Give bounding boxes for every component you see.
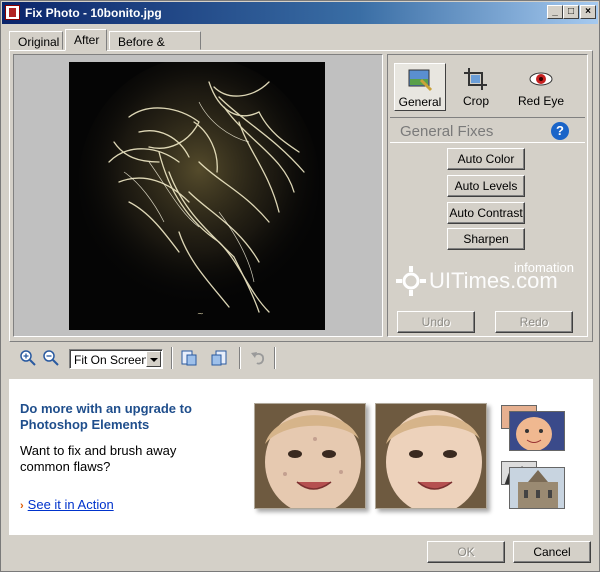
before-face-image — [254, 403, 366, 509]
help-icon[interactable]: ? — [551, 122, 569, 140]
general-fixes-header: General Fixes ? — [390, 117, 585, 143]
minimize-button[interactable]: _ — [547, 5, 563, 19]
auto-levels-button[interactable]: Auto Levels — [447, 175, 525, 197]
view-toolbar: Fit On Screen — [9, 345, 593, 373]
fix-tools-panel: General Crop Red Eye General Fixes ? Aut… — [387, 54, 588, 337]
tool-crop[interactable]: Crop — [450, 63, 502, 111]
zoom-select-value: Fit On Screen — [74, 353, 149, 367]
photo-preview: ~ — [69, 62, 325, 330]
photo-preview-pane: ~ — [13, 54, 383, 337]
zoom-out-icon[interactable] — [42, 349, 60, 367]
upgrade-promo: Do more with an upgrade to Photoshop Ele… — [9, 379, 593, 535]
zoom-select[interactable]: Fit On Screen — [69, 349, 163, 369]
thumbnail-face-large — [509, 411, 565, 451]
after-face-image — [375, 403, 487, 509]
chevron-right-icon: › — [20, 500, 24, 512]
close-button[interactable]: × — [580, 5, 596, 19]
app-icon — [5, 5, 20, 20]
cancel-button[interactable]: Cancel — [513, 541, 591, 563]
glowing-creature-image: ~ — [69, 62, 325, 330]
redo-button[interactable]: Redo — [495, 311, 573, 333]
section-title: General Fixes — [400, 123, 494, 140]
crop-icon — [464, 68, 487, 90]
tool-general[interactable]: General — [394, 63, 446, 111]
undo-button[interactable]: Undo — [397, 311, 475, 333]
tab-after[interactable]: After — [65, 29, 107, 51]
tool-red-eye[interactable]: Red Eye — [510, 63, 572, 111]
tool-crop-label: Crop — [462, 94, 489, 108]
chevron-down-icon[interactable] — [146, 351, 161, 367]
auto-contrast-button[interactable]: Auto Contrast — [447, 202, 525, 224]
tab-before-after[interactable]: Before & After — [109, 31, 201, 63]
sharpen-button[interactable]: Sharpen — [447, 228, 525, 250]
promo-link-label: See it in Action — [27, 497, 114, 512]
thumbnail-building-large — [509, 467, 565, 509]
tab-original[interactable]: Original — [9, 31, 63, 50]
artist-signature: ~ — [197, 309, 204, 318]
auto-color-button[interactable]: Auto Color — [447, 148, 525, 170]
maximize-button[interactable]: □ — [563, 5, 579, 19]
undo-arrow-icon[interactable] — [249, 349, 267, 367]
tool-red-eye-label: Red Eye — [517, 94, 565, 108]
title-bar: Fix Photo - 10bonito.jpg _ □ × — [2, 2, 598, 24]
promo-text: Want to fix and brush away common flaws? — [20, 443, 177, 474]
toolbar-divider — [171, 347, 173, 369]
watermark-sub-text: infomation — [514, 260, 574, 275]
general-fix-icon — [408, 69, 433, 92]
watermark-logo-icon — [396, 266, 426, 296]
promo-title: Do more with an upgrade to Photoshop Ele… — [20, 401, 192, 432]
ok-button[interactable]: OK — [427, 541, 505, 563]
rotate-right-icon[interactable] — [210, 349, 228, 367]
toolbar-divider — [274, 347, 276, 369]
zoom-in-icon[interactable] — [19, 349, 37, 367]
fix-photo-window: Fix Photo - 10bonito.jpg _ □ × Original … — [0, 0, 600, 572]
watermark: UITimes.com infomation — [396, 260, 586, 300]
tool-general-label: General — [398, 95, 442, 109]
window-title: Fix Photo - 10bonito.jpg — [25, 6, 162, 20]
see-it-in-action-link[interactable]: › See it in Action — [20, 497, 114, 512]
toolbar-divider — [239, 347, 241, 369]
rotate-left-icon[interactable] — [180, 349, 198, 367]
red-eye-icon — [529, 72, 553, 86]
tab-panel: ~ General Crop Red Eye General Fixes ? A… — [9, 50, 593, 342]
